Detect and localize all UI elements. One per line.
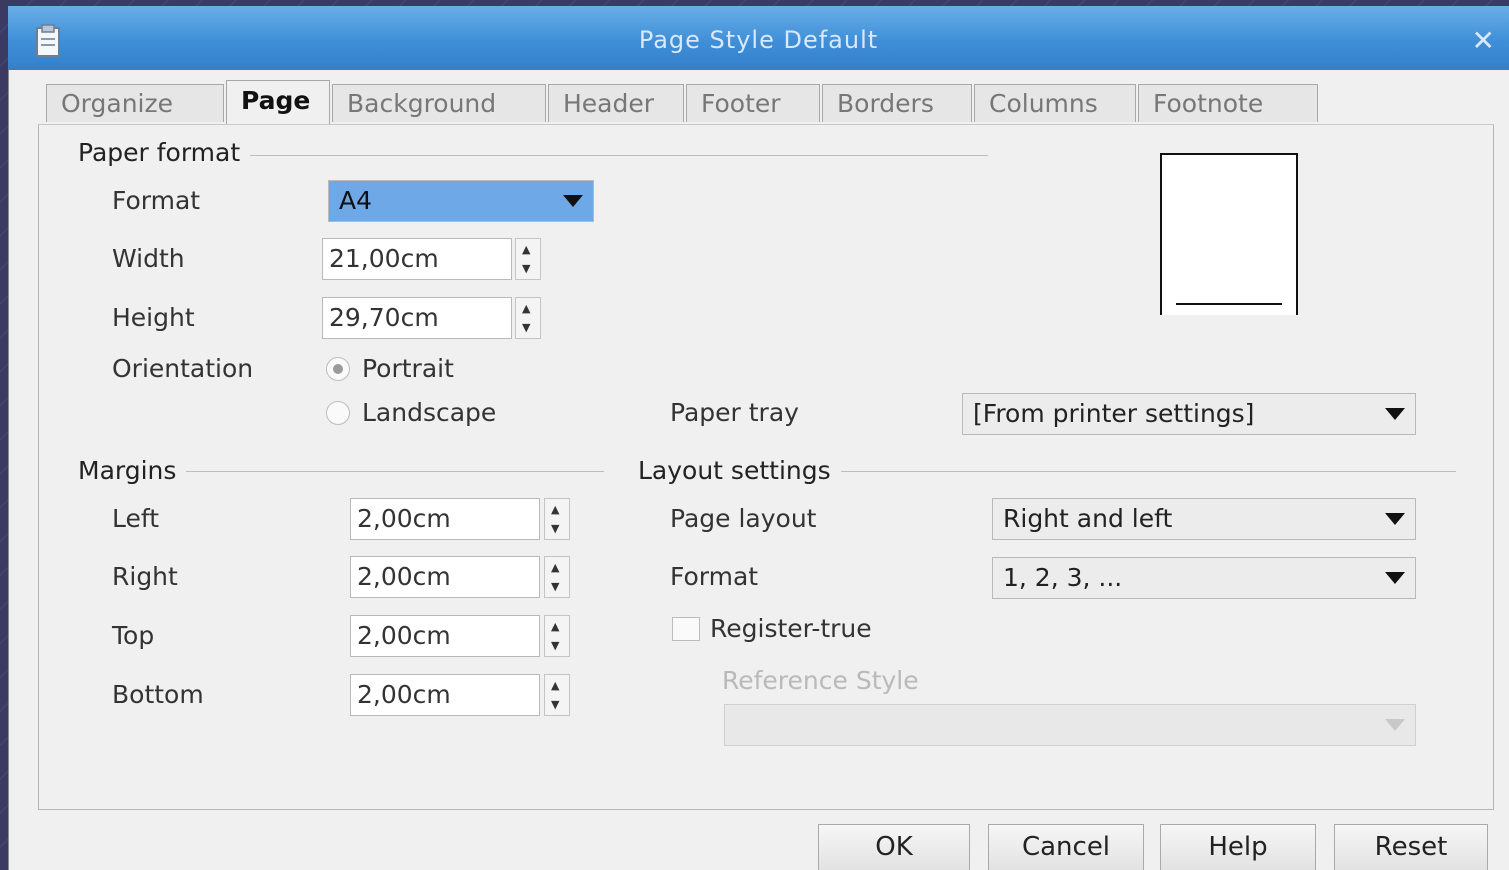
title-bar[interactable]: Page Style Default ✕	[8, 6, 1509, 70]
tab-footnote[interactable]: Footnote	[1138, 84, 1318, 122]
layout-heading: Layout settings	[638, 456, 841, 485]
tab-columns[interactable]: Columns	[974, 84, 1136, 122]
margin-top-input[interactable]: 2,00cm	[350, 615, 540, 657]
portrait-label[interactable]: Portrait	[362, 354, 454, 383]
chevron-down-icon	[1385, 719, 1405, 731]
help-button[interactable]: Help	[1160, 824, 1316, 870]
margin-bottom-input[interactable]: 2,00cm	[350, 674, 540, 716]
tab-page[interactable]: Page	[226, 80, 330, 124]
numbering-format-select[interactable]: 1, 2, 3, ...	[992, 557, 1416, 599]
margin-bottom-spinner[interactable]: ▲ ▼	[544, 674, 570, 716]
tab-organizer[interactable]: Organize	[46, 84, 224, 122]
margin-left-spinner[interactable]: ▲ ▼	[544, 498, 570, 540]
spin-down-icon[interactable]: ▼	[551, 581, 559, 592]
paper-tray-label: Paper tray	[670, 398, 799, 427]
chevron-down-icon	[1385, 408, 1405, 420]
paper-tray-select[interactable]: [From printer settings]	[962, 393, 1416, 435]
spin-down-icon[interactable]: ▼	[551, 640, 559, 651]
portrait-radio[interactable]	[326, 357, 350, 381]
ok-button[interactable]: OK	[818, 824, 970, 870]
spin-up-icon[interactable]: ▲	[551, 621, 559, 632]
margin-right-spinner[interactable]: ▲ ▼	[544, 556, 570, 598]
spin-down-icon[interactable]: ▼	[522, 263, 530, 274]
tab-header[interactable]: Header	[548, 84, 684, 122]
height-spinner[interactable]: ▲ ▼	[515, 297, 541, 339]
landscape-label[interactable]: Landscape	[362, 398, 496, 427]
preview-footer-line	[1176, 303, 1282, 305]
format-label: Format	[112, 186, 201, 215]
cancel-button[interactable]: Cancel	[988, 824, 1144, 870]
spin-up-icon[interactable]: ▲	[522, 244, 530, 255]
reset-button[interactable]: Reset	[1334, 824, 1488, 870]
dialog-title: Page Style Default	[638, 26, 879, 54]
spin-down-icon[interactable]: ▼	[551, 699, 559, 710]
margin-top-label: Top	[112, 621, 155, 650]
margin-right-label: Right	[112, 562, 178, 591]
height-label: Height	[112, 303, 195, 332]
margin-left-input[interactable]: 2,00cm	[350, 498, 540, 540]
orientation-label: Orientation	[112, 354, 254, 383]
margin-bottom-label: Bottom	[112, 680, 204, 709]
spin-down-icon[interactable]: ▼	[522, 322, 530, 333]
page-layout-value: Right and left	[1003, 504, 1173, 533]
margin-right-input[interactable]: 2,00cm	[350, 556, 540, 598]
spin-up-icon[interactable]: ▲	[551, 680, 559, 691]
margin-left-label: Left	[112, 504, 160, 533]
tab-footer[interactable]: Footer	[686, 84, 820, 122]
tab-background[interactable]: Background	[332, 84, 546, 122]
format-select[interactable]: A4	[328, 180, 594, 222]
paper-format-heading: Paper format	[78, 138, 251, 167]
page-layout-label: Page layout	[670, 504, 817, 533]
height-input[interactable]: 29,70cm	[322, 297, 512, 339]
chevron-down-icon	[1385, 572, 1405, 584]
numbering-format-label: Format	[670, 562, 759, 591]
chevron-down-icon	[1385, 513, 1405, 525]
format-value: A4	[339, 186, 373, 215]
page-preview	[1160, 153, 1298, 315]
spin-down-icon[interactable]: ▼	[551, 523, 559, 534]
spin-up-icon[interactable]: ▲	[522, 303, 530, 314]
register-true-label[interactable]: Register-true	[710, 614, 872, 643]
width-spinner[interactable]: ▲ ▼	[515, 238, 541, 280]
paper-tray-value: [From printer settings]	[973, 399, 1255, 428]
width-label: Width	[112, 244, 185, 273]
numbering-format-value: 1, 2, 3, ...	[1003, 563, 1123, 592]
reference-style-label: Reference Style	[722, 666, 919, 695]
register-true-checkbox[interactable]	[672, 617, 700, 641]
spin-up-icon[interactable]: ▲	[551, 562, 559, 573]
close-icon[interactable]: ✕	[1472, 24, 1495, 57]
margins-heading: Margins	[78, 456, 187, 485]
page-layout-select[interactable]: Right and left	[992, 498, 1416, 540]
spin-up-icon[interactable]: ▲	[551, 504, 559, 515]
reference-style-select[interactable]	[724, 704, 1416, 746]
landscape-radio[interactable]	[326, 401, 350, 425]
margin-top-spinner[interactable]: ▲ ▼	[544, 615, 570, 657]
tab-borders[interactable]: Borders	[822, 84, 972, 122]
width-input[interactable]: 21,00cm	[322, 238, 512, 280]
chevron-down-icon	[563, 195, 583, 207]
